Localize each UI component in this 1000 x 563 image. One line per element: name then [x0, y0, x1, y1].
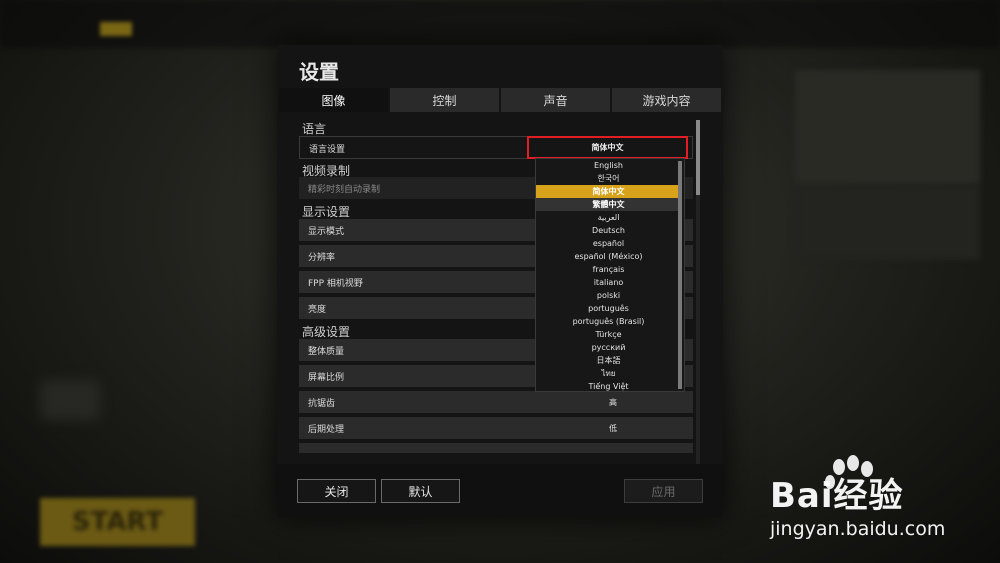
scrollbar-thumb[interactable]	[696, 120, 700, 195]
language-option-korean[interactable]: 한국어	[536, 172, 681, 185]
background-promo-panel	[795, 70, 980, 185]
row-label: 亮度	[308, 305, 327, 315]
tab-sound[interactable]: 声音	[501, 88, 610, 112]
language-option-english[interactable]: English	[536, 159, 681, 172]
section-language: 语言	[302, 122, 327, 136]
language-option-portuguese-brazil[interactable]: português (Brasil)	[536, 315, 681, 328]
tab-graphics[interactable]: 图像	[279, 88, 388, 112]
background-top-bar	[0, 0, 1000, 48]
row-value: 低	[609, 424, 617, 433]
row-label: 分辨率	[308, 253, 336, 263]
dropdown-scrollbar[interactable]	[678, 161, 682, 389]
language-option-traditional-chinese[interactable]: 繁體中文	[536, 198, 681, 211]
background-blob	[40, 380, 100, 420]
language-option-japanese[interactable]: 日本語	[536, 354, 681, 367]
row-post-processing[interactable]: 后期处理 低	[299, 417, 693, 439]
row-label: 抗锯齿	[308, 399, 336, 409]
baidu-watermark-brand: Bai经验	[770, 476, 904, 516]
language-option-portuguese[interactable]: português	[536, 302, 681, 315]
background-promo-panel-2	[795, 185, 980, 260]
row-anti-aliasing[interactable]: 抗锯齿 高	[299, 391, 693, 413]
row-value: 高	[609, 398, 617, 407]
settings-dialog: 设置 图像 控制 声音 游戏内容 语言 语言设置 视频录制 精彩时刻自动录制 显…	[277, 45, 723, 517]
language-option-simplified-chinese[interactable]: 简体中文	[536, 185, 681, 198]
language-option-arabic[interactable]: العربية	[536, 211, 681, 224]
section-display: 显示设置	[302, 205, 351, 219]
language-option-polish[interactable]: polski	[536, 289, 681, 302]
language-option-italian[interactable]: italiano	[536, 276, 681, 289]
language-option-spanish[interactable]: español	[536, 237, 681, 250]
language-dropdown-list: English 한국어 简体中文 繁體中文 العربية Deutsch es…	[535, 158, 685, 392]
baidu-watermark-url: jingyan.baidu.com	[770, 518, 946, 540]
close-button[interactable]: 关闭	[297, 479, 376, 503]
language-dropdown-selected[interactable]: 简体中文	[527, 136, 688, 159]
section-advanced: 高级设置	[302, 325, 351, 339]
row-label: 屏幕比例	[308, 373, 345, 383]
row-label: 整体质量	[308, 347, 345, 357]
background-logo	[100, 22, 132, 36]
row-partial	[299, 443, 693, 453]
tab-gameplay[interactable]: 游戏内容	[612, 88, 721, 112]
language-option-german[interactable]: Deutsch	[536, 224, 681, 237]
row-label: 精彩时刻自动录制	[308, 185, 381, 195]
language-option-thai[interactable]: ไทย	[536, 367, 681, 380]
background-start-button: START	[40, 498, 195, 546]
language-option-russian[interactable]: русский	[536, 341, 681, 354]
row-label: FPP 相机视野	[308, 279, 363, 289]
dialog-footer: 关闭 默认 应用	[277, 464, 723, 517]
language-option-vietnamese[interactable]: Tiếng Việt	[536, 380, 681, 393]
language-option-spanish-mexico[interactable]: español (México)	[536, 250, 681, 263]
language-option-turkish[interactable]: Türkçe	[536, 328, 681, 341]
dialog-title: 设置	[299, 60, 339, 84]
tab-bar: 图像 控制 声音 游戏内容	[279, 88, 723, 112]
row-label: 后期处理	[308, 425, 345, 435]
settings-scrollbar[interactable]	[696, 120, 700, 490]
tab-controls[interactable]: 控制	[390, 88, 499, 112]
row-label: 显示模式	[308, 227, 345, 237]
apply-button[interactable]: 应用	[624, 479, 703, 503]
language-option-french[interactable]: français	[536, 263, 681, 276]
default-button[interactable]: 默认	[381, 479, 460, 503]
row-label: 语言设置	[309, 145, 346, 155]
